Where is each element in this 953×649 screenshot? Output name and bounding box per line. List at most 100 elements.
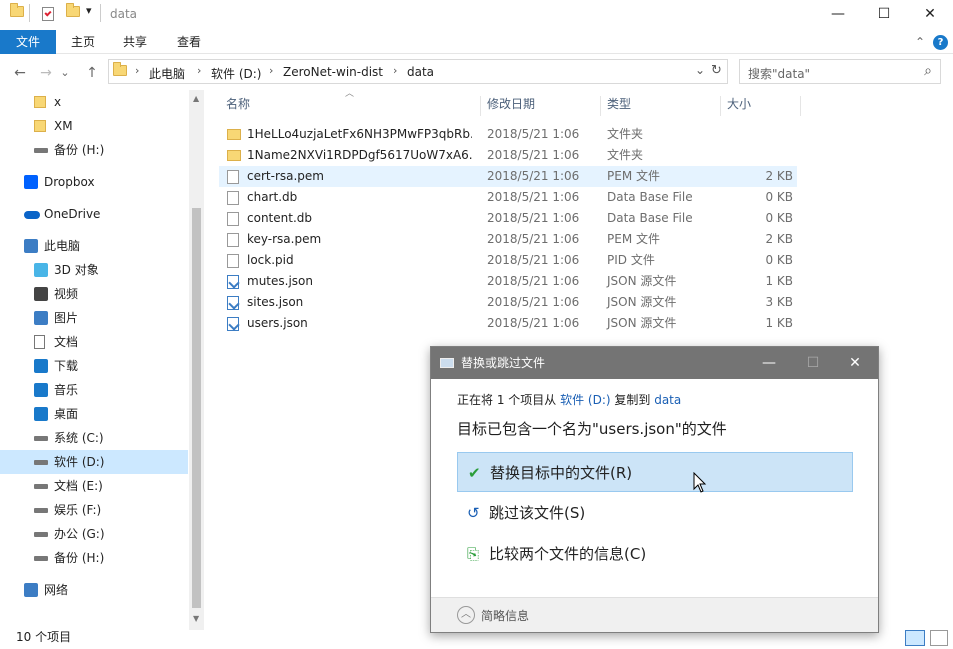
file-type: 文件夹 (607, 127, 644, 141)
address-dropdown-button[interactable]: ⌄ (695, 63, 705, 77)
chevron-up-circle-icon[interactable]: ︿ (457, 606, 475, 624)
file-size: 0 KB (765, 190, 793, 204)
copy-icon (440, 358, 454, 368)
file-name: sites.json (247, 295, 304, 309)
item-count: 10 个项目 (16, 630, 72, 644)
breadcrumb-data[interactable]: data (407, 65, 434, 79)
skip-option-button[interactable]: ↺ 跳过该文件(S) (457, 493, 853, 533)
sidebar-item[interactable]: x (0, 90, 188, 114)
file-type: Data Base File (607, 190, 693, 204)
fewer-details-button[interactable]: 简略信息 (481, 607, 529, 624)
scrollbar-thumb[interactable] (192, 208, 201, 608)
sidebar-item[interactable]: 此电脑 (0, 234, 188, 258)
maximize-button[interactable]: ☐ (861, 0, 907, 30)
sidebar-item-label: 备份 (H:) (54, 551, 105, 565)
file-row[interactable]: chart.db 2018/5/21 1:06 Data Base File 0 KB (219, 187, 797, 208)
scroll-up-icon[interactable]: ▲ (193, 94, 199, 103)
source-link[interactable]: 软件 (D:) (560, 393, 610, 407)
dialog-heading: 目标已包含一个名为"users.json"的文件 (457, 420, 727, 438)
address-bar[interactable]: › 此电脑 › 软件 (D:) › ZeroNet-win-dist › dat… (108, 59, 728, 84)
tab-share[interactable]: 共享 (112, 30, 158, 54)
recent-locations-button[interactable]: ⌄ (58, 64, 72, 84)
sidebar-item[interactable]: 文档 (E:) (0, 474, 188, 498)
file-row[interactable]: sites.json 2018/5/21 1:06 JSON 源文件 3 KB (219, 292, 797, 313)
file-row[interactable]: mutes.json 2018/5/21 1:06 JSON 源文件 1 KB (219, 271, 797, 292)
sidebar-item[interactable]: 备份 (H:) (0, 546, 188, 570)
large-icons-view-icon[interactable] (930, 630, 948, 646)
sidebar-item-label: 3D 对象 (54, 263, 99, 277)
sort-ascending-icon: ︿ (345, 89, 355, 99)
column-divider[interactable] (800, 96, 801, 116)
sidebar-item[interactable]: 软件 (D:) (0, 450, 188, 474)
help-icon[interactable]: ? (933, 35, 948, 50)
dialog-close-button[interactable]: ✕ (835, 347, 875, 379)
drive-icon (34, 460, 48, 465)
file-row[interactable]: key-rsa.pem 2018/5/21 1:06 PEM 文件 2 KB (219, 229, 797, 250)
sidebar-item[interactable]: XM (0, 114, 188, 138)
sidebar-item[interactable]: OneDrive (0, 202, 188, 226)
skip-option-label: 跳过该文件(S) (489, 504, 586, 522)
column-header-type[interactable]: 类型 (607, 90, 631, 118)
properties-icon[interactable] (42, 7, 54, 21)
sidebar-item[interactable]: 娱乐 (F:) (0, 498, 188, 522)
search-input[interactable]: 搜索"data" ⌕ (739, 59, 941, 84)
close-button[interactable]: ✕ (907, 0, 953, 30)
chevron-right-icon[interactable]: › (393, 64, 397, 77)
new-folder-icon[interactable] (66, 3, 80, 17)
tab-view[interactable]: 查看 (164, 30, 214, 54)
sidebar-item[interactable]: 3D 对象 (0, 258, 188, 282)
file-row[interactable]: users.json 2018/5/21 1:06 JSON 源文件 1 KB (219, 313, 797, 334)
column-divider[interactable] (600, 96, 601, 116)
file-row[interactable]: lock.pid 2018/5/21 1:06 PID 文件 0 KB (219, 250, 797, 271)
file-date: 2018/5/21 1:06 (487, 232, 580, 246)
breadcrumb-zeronet[interactable]: ZeroNet-win-dist (283, 65, 383, 79)
breadcrumb-drive-d[interactable]: 软件 (D:) (211, 65, 261, 82)
sidebar-item[interactable]: 系统 (C:) (0, 426, 188, 450)
sidebar-item[interactable]: Dropbox (0, 170, 188, 194)
sidebar-item[interactable]: 网络 (0, 578, 188, 602)
sidebar-item-label: 网络 (44, 583, 69, 597)
destination-link[interactable]: data (654, 393, 681, 407)
chevron-right-icon[interactable]: › (135, 64, 139, 77)
dialog-minimize-button[interactable]: — (749, 347, 789, 379)
chevron-up-icon[interactable]: ⌃ (910, 30, 930, 54)
sidebar-item[interactable]: 图片 (0, 306, 188, 330)
search-icon[interactable]: ⌕ (924, 63, 932, 79)
chevron-right-icon[interactable]: › (269, 64, 273, 77)
file-type: PEM 文件 (607, 169, 660, 183)
replace-option-button[interactable]: ✔ 替换目标中的文件(R) (457, 452, 853, 492)
scroll-down-icon[interactable]: ▼ (193, 614, 199, 623)
minimize-button[interactable]: — (815, 0, 861, 30)
chevron-right-icon[interactable]: › (197, 64, 201, 77)
sidebar-item[interactable]: 视频 (0, 282, 188, 306)
compare-option-button[interactable]: ⎘ 比较两个文件的信息(C) (457, 534, 853, 574)
folder-icon (34, 120, 46, 132)
sidebar-item[interactable]: 下载 (0, 354, 188, 378)
file-row[interactable]: 1Name2NXVi1RDPDgf5617UoW7xA6... 2018/5/21… (219, 145, 797, 166)
up-button[interactable]: ↑ (82, 64, 102, 84)
sidebar-item-label: OneDrive (44, 207, 101, 221)
tab-home[interactable]: 主页 (60, 30, 106, 54)
details-view-icon[interactable] (905, 630, 925, 646)
column-header-size[interactable]: 大小 (727, 90, 751, 118)
column-header-name[interactable]: 名称 (226, 90, 250, 118)
sidebar-scrollbar[interactable]: ▲ ▼ (189, 90, 204, 630)
back-button[interactable]: ← (10, 64, 30, 84)
column-divider[interactable] (480, 96, 481, 116)
refresh-button[interactable]: ↻ (711, 63, 722, 78)
sidebar-item[interactable]: 桌面 (0, 402, 188, 426)
file-row[interactable]: 1HeLLo4uzjaLetFx6NH3PMwFP3qbRb... 2018/5/… (219, 124, 797, 145)
sidebar-item[interactable]: 文档 (0, 330, 188, 354)
column-divider[interactable] (720, 96, 721, 116)
sidebar-item[interactable]: 办公 (G:) (0, 522, 188, 546)
file-row[interactable]: content.db 2018/5/21 1:06 Data Base File 0 … (219, 208, 797, 229)
tab-file[interactable]: 文件 (0, 30, 56, 54)
column-header-date[interactable]: 修改日期 (487, 90, 535, 118)
customize-toolbar-icon[interactable]: ▾ (86, 4, 92, 17)
sidebar-item[interactable]: 备份 (H:) (0, 138, 188, 162)
breadcrumb-this-pc[interactable]: 此电脑 (149, 65, 185, 82)
explorer-window: { "window": {"title": "data", "minimize"… (0, 0, 953, 649)
forward-button[interactable]: → (36, 64, 56, 84)
file-row[interactable]: cert-rsa.pem 2018/5/21 1:06 PEM 文件 2 KB (219, 166, 797, 187)
sidebar-item[interactable]: 音乐 (0, 378, 188, 402)
